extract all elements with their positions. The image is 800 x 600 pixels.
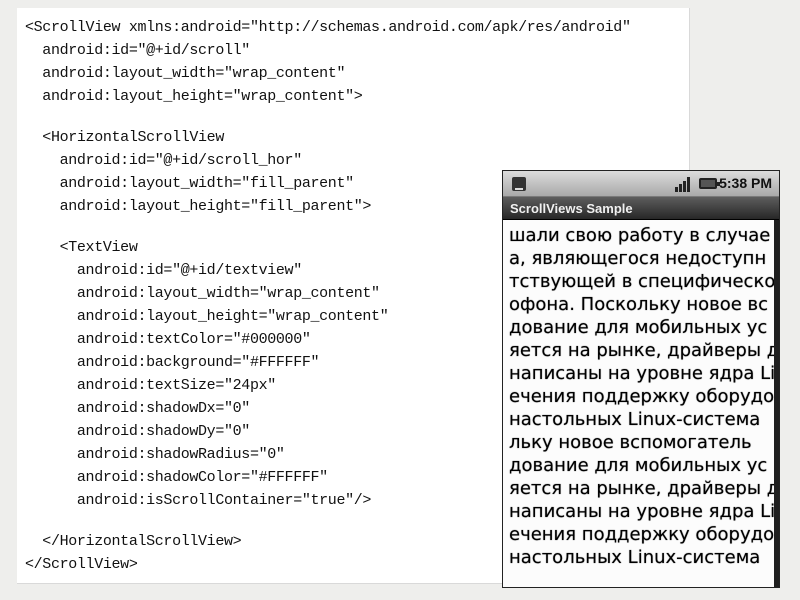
code-line: android:shadowColor="#FFFFFF"	[25, 469, 328, 486]
battery-icon	[699, 178, 720, 189]
app-title-bar: ScrollViews Sample	[503, 197, 779, 220]
code-line: android:shadowDy="0"	[25, 423, 250, 440]
code-line: android:layout_height="wrap_content"	[25, 308, 389, 325]
code-line: android:layout_height="wrap_content">	[25, 88, 363, 105]
code-line: <ScrollView xmlns:android="http://schema…	[25, 19, 631, 36]
text-line: офона. Поскольку новое вс	[509, 294, 769, 315]
text-line: написаны на уровне ядра Li	[509, 363, 776, 384]
status-bar: 5:38 PM	[503, 171, 779, 197]
app-title: ScrollViews Sample	[510, 201, 633, 216]
code-line: android:id="@+id/scroll"	[25, 42, 250, 59]
code-line: android:id="@+id/scroll_hor"	[25, 152, 303, 169]
code-line: android:layout_height="fill_parent">	[25, 198, 372, 215]
code-line: android:shadowDx="0"	[25, 400, 250, 417]
code-line: <HorizontalScrollView	[25, 129, 224, 146]
scroll-edge	[774, 220, 779, 587]
notification-icon	[512, 177, 526, 191]
text-line: шали свою работу в случае	[509, 225, 771, 246]
code-line: android:layout_width="wrap_content"	[25, 65, 346, 82]
code-line: android:textColor="#000000"	[25, 331, 311, 348]
code-line: android:layout_width="fill_parent"	[25, 175, 355, 192]
text-line: а, являющегося недоступн	[509, 248, 767, 269]
code-line: android:shadowRadius="0"	[25, 446, 285, 463]
text-line: яется на рынке, драйверы д	[509, 478, 778, 499]
text-line: настольных Linux-система	[509, 547, 761, 568]
code-line: </HorizontalScrollView>	[25, 533, 242, 550]
text-line: льку новое вспомогатель	[509, 432, 752, 453]
text-line: тствующей в специфическо	[509, 271, 776, 292]
code-line: android:layout_width="wrap_content"	[25, 285, 380, 302]
text-line: настольных Linux-система	[509, 409, 761, 430]
text-line: ечения поддержку оборудо	[509, 386, 775, 407]
status-time: 5:38 PM	[719, 175, 772, 191]
text-line: ечения поддержку оборудо	[509, 524, 775, 545]
scrollable-text-area[interactable]: шали свою работу в случае а, являющегося…	[503, 220, 778, 587]
code-line: </ScrollView>	[25, 556, 138, 573]
code-line: android:id="@+id/textview"	[25, 262, 302, 279]
text-line: написаны на уровне ядра Li	[509, 501, 776, 522]
code-line: android:isScrollContainer="true"/>	[25, 492, 372, 509]
signal-icon	[675, 176, 693, 192]
code-line: <TextView	[25, 239, 138, 256]
code-line: android:textSize="24px"	[25, 377, 276, 394]
text-line: яется на рынке, драйверы д	[509, 340, 778, 361]
text-line: дование для мобильных ус	[509, 455, 768, 476]
code-line: android:background="#FFFFFF"	[25, 354, 320, 371]
phone-screenshot: 5:38 PM ScrollViews Sample шали свою раб…	[502, 170, 780, 588]
text-line: дование для мобильных ус	[509, 317, 768, 338]
